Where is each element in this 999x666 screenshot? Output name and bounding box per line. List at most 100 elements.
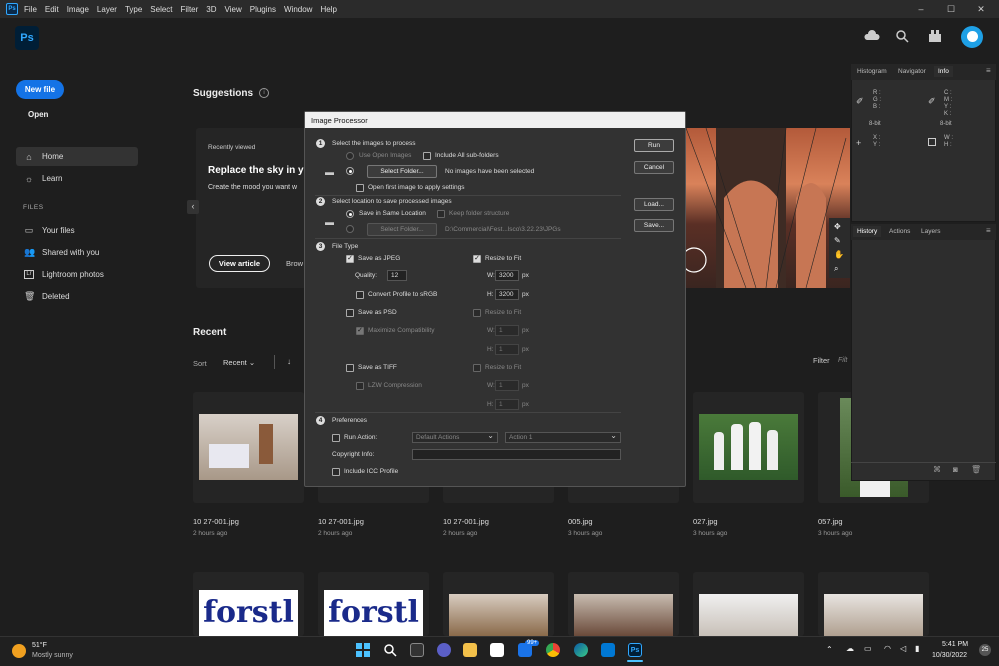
search-icon[interactable]	[895, 29, 909, 43]
suggestion-image-bridge[interactable]	[686, 128, 850, 288]
brush-icon[interactable]: ✎	[834, 236, 841, 245]
sort-direction-icon[interactable]: ↓	[287, 357, 291, 366]
view-article-button[interactable]: View article	[209, 255, 270, 272]
convert-srgb-checkbox[interactable]	[356, 291, 364, 299]
notification-badge[interactable]: 25	[979, 644, 991, 656]
menu-layer[interactable]: Layer	[97, 5, 117, 14]
tab-histogram[interactable]: Histogram	[857, 68, 887, 75]
action-set-select[interactable]: Default Actions	[412, 431, 498, 443]
menu-edit[interactable]: Edit	[45, 5, 59, 14]
weather-icon[interactable]	[12, 644, 26, 658]
include-subfolders-checkbox[interactable]	[423, 152, 431, 160]
keep-folder-structure-checkbox[interactable]	[437, 210, 445, 218]
file-explorer-icon[interactable]	[463, 643, 477, 657]
include-icc-checkbox[interactable]	[332, 468, 340, 476]
recent-thumb[interactable]	[443, 572, 554, 636]
menu-plugins[interactable]: Plugins	[250, 5, 276, 14]
jpeg-resize-checkbox[interactable]: ✓	[473, 255, 481, 263]
save-same-location-radio[interactable]	[346, 210, 354, 218]
copyright-input[interactable]	[412, 449, 621, 460]
jpeg-height-input[interactable]: 3200	[495, 289, 519, 300]
battery-icon[interactable]: ▮	[915, 644, 919, 653]
run-button[interactable]: Run	[634, 139, 674, 152]
tab-actions[interactable]: Actions	[889, 228, 910, 235]
new-snapshot-icon[interactable]: ⌘	[933, 465, 941, 474]
new-file-button[interactable]: New file	[16, 80, 64, 99]
move-icon[interactable]: ✥	[834, 222, 841, 231]
menu-filter[interactable]: Filter	[181, 5, 199, 14]
plugins-icon[interactable]	[928, 29, 942, 43]
volume-icon[interactable]: ◁	[900, 644, 906, 653]
tiff-resize-checkbox[interactable]	[473, 364, 481, 372]
open-first-image-checkbox[interactable]	[356, 184, 364, 192]
menu-view[interactable]: View	[225, 5, 242, 14]
recent-thumb[interactable]	[568, 572, 679, 636]
sidebar-item-deleted[interactable]: 🗑 Deleted	[16, 287, 138, 306]
run-action-checkbox[interactable]	[332, 434, 340, 442]
carousel-prev-button[interactable]: ‹	[187, 200, 199, 214]
jpeg-width-input[interactable]: 3200	[495, 270, 519, 281]
weather-temp[interactable]: 51°F	[32, 642, 47, 649]
edge-icon[interactable]	[574, 643, 588, 657]
panel-menu-icon[interactable]: ≡	[986, 66, 991, 75]
menu-image[interactable]: Image	[67, 5, 89, 14]
search-icon[interactable]	[383, 643, 397, 657]
lzw-checkbox[interactable]	[356, 382, 364, 390]
tab-history[interactable]: History	[853, 226, 882, 237]
use-open-images-radio[interactable]	[346, 152, 354, 160]
sidebar-item-shared[interactable]: 👥 Shared with you	[16, 243, 138, 262]
tab-info[interactable]: Info	[934, 66, 953, 77]
psd-height-input[interactable]: 1	[495, 344, 519, 355]
filter-input[interactable]: Filt	[838, 357, 847, 364]
save-as-psd-checkbox[interactable]	[346, 309, 354, 317]
recent-thumb[interactable]: forstl	[193, 572, 304, 636]
tiff-height-input[interactable]: 1	[495, 399, 519, 410]
photoshop-taskbar-icon[interactable]: Ps	[628, 643, 642, 657]
sidebar-item-home[interactable]: ⌂ Home	[16, 147, 138, 166]
chrome-icon[interactable]	[546, 643, 560, 657]
action-select[interactable]: Action 1	[505, 431, 621, 443]
select-folder-radio[interactable]	[346, 167, 354, 175]
outlook-icon[interactable]	[601, 643, 615, 657]
menu-help[interactable]: Help	[320, 5, 336, 14]
onedrive-icon[interactable]: ☁	[846, 644, 854, 653]
quality-input[interactable]: 12	[387, 270, 407, 281]
windows-start-icon[interactable]	[356, 643, 370, 657]
menu-select[interactable]: Select	[150, 5, 172, 14]
trash-icon[interactable]: 🗑	[971, 465, 981, 474]
save-as-tiff-checkbox[interactable]	[346, 364, 354, 372]
avatar[interactable]	[961, 26, 983, 48]
cancel-button[interactable]: Cancel	[634, 161, 674, 174]
panel-menu-icon[interactable]: ≡	[986, 226, 991, 235]
tab-navigator[interactable]: Navigator	[898, 68, 926, 75]
sort-dropdown[interactable]: Recent ⌄	[223, 358, 255, 367]
clock-date[interactable]: 10/30/2022	[932, 652, 967, 659]
tab-layers[interactable]: Layers	[921, 228, 941, 235]
sidebar-item-learn[interactable]: ☼ Learn	[16, 169, 138, 188]
clock-time[interactable]: 5:41 PM	[942, 641, 968, 648]
close-button[interactable]: ✕	[966, 0, 996, 18]
menu-3d[interactable]: 3D	[206, 5, 216, 14]
task-view-icon[interactable]	[410, 643, 424, 657]
wifi-icon[interactable]: ◠	[884, 644, 891, 653]
psd-width-input[interactable]: 1	[495, 325, 519, 336]
maximize-compat-checkbox[interactable]: ✓	[356, 327, 364, 335]
zoom-icon[interactable]: ⌕	[834, 264, 838, 274]
recent-thumb[interactable]: forstl	[318, 572, 429, 636]
select-folder-button[interactable]: Select Folder...	[367, 165, 437, 178]
select-output-folder-radio[interactable]	[346, 225, 354, 233]
psd-resize-checkbox[interactable]	[473, 309, 481, 317]
recent-thumb[interactable]	[193, 392, 304, 503]
chevron-up-icon[interactable]: ⌃	[826, 645, 833, 654]
info-icon[interactable]: i	[259, 88, 269, 98]
select-output-folder-button[interactable]: Select Folder...	[367, 223, 437, 236]
tiff-width-input[interactable]: 1	[495, 380, 519, 391]
chat-icon[interactable]	[437, 643, 451, 657]
sidebar-item-your-files[interactable]: ▭ Your files	[16, 221, 138, 240]
menu-window[interactable]: Window	[284, 5, 312, 14]
save-settings-button[interactable]: Save...	[634, 219, 674, 232]
menu-file[interactable]: File	[24, 5, 37, 14]
hand-icon[interactable]: ✋	[834, 250, 844, 259]
sidebar-item-lightroom[interactable]: Lr Lightroom photos	[16, 265, 138, 284]
network-icon[interactable]: ▭	[864, 644, 872, 653]
